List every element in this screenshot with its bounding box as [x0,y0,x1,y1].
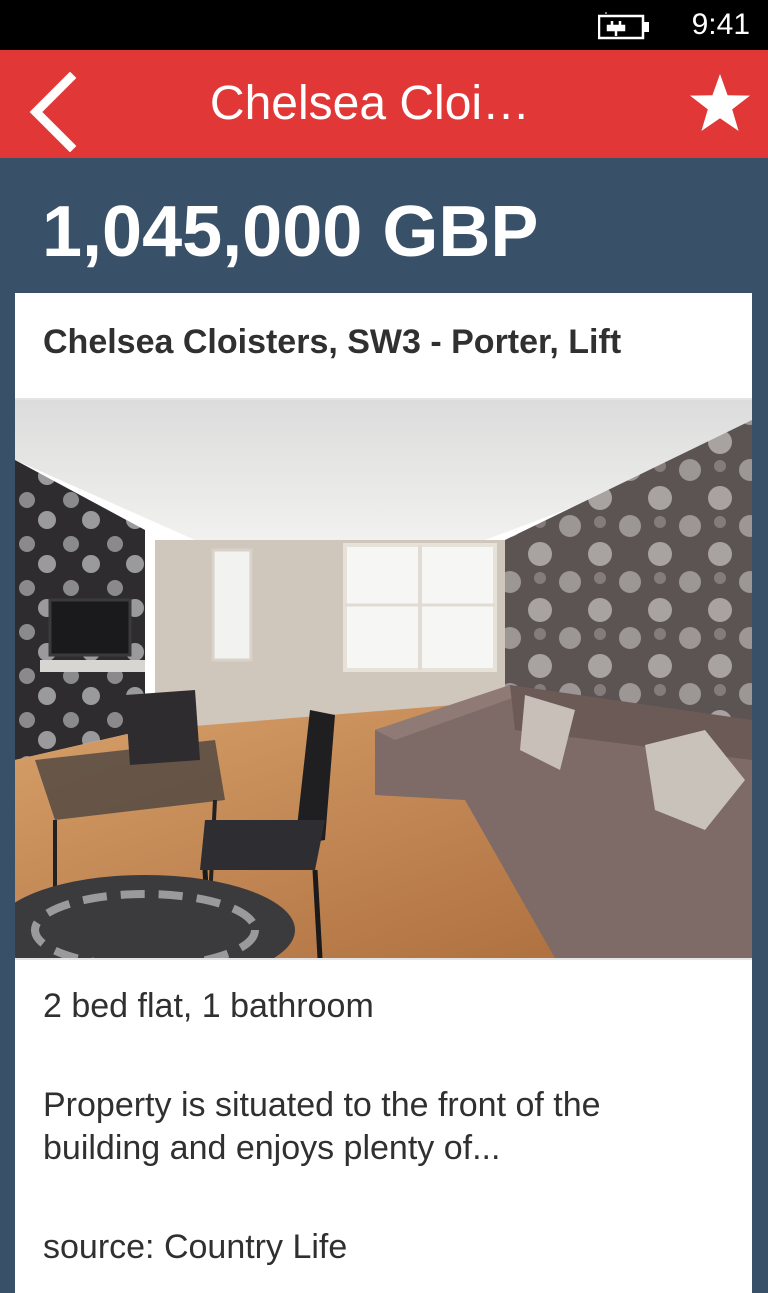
listing-card: Chelsea Cloisters, SW3 - Porter, Lift 2 … [15,293,752,1293]
chevron-left-icon [29,72,77,152]
status-bar: 9:41 [0,0,768,50]
page-title: Chelsea Cloi… [209,77,531,130]
favorite-button[interactable] [678,64,758,144]
star-icon [690,74,750,131]
property-photo-image [15,400,752,958]
listing-summary: 2 bed flat, 1 bathroom [43,987,374,1025]
listing-headline: Chelsea Cloisters, SW3 - Porter, Lift [43,323,622,361]
property-photo[interactable] [15,398,752,960]
listing-price: 1,045,000 GBP [42,192,539,272]
app-bar: Chelsea Cloi… [0,50,768,158]
listing-description: Property is situated to the front of the… [43,1086,601,1167]
listing-source: source: Country Life [43,1228,348,1266]
status-time: 9:41 [691,8,750,41]
battery-charging-icon [598,12,649,40]
back-button[interactable] [14,58,94,152]
